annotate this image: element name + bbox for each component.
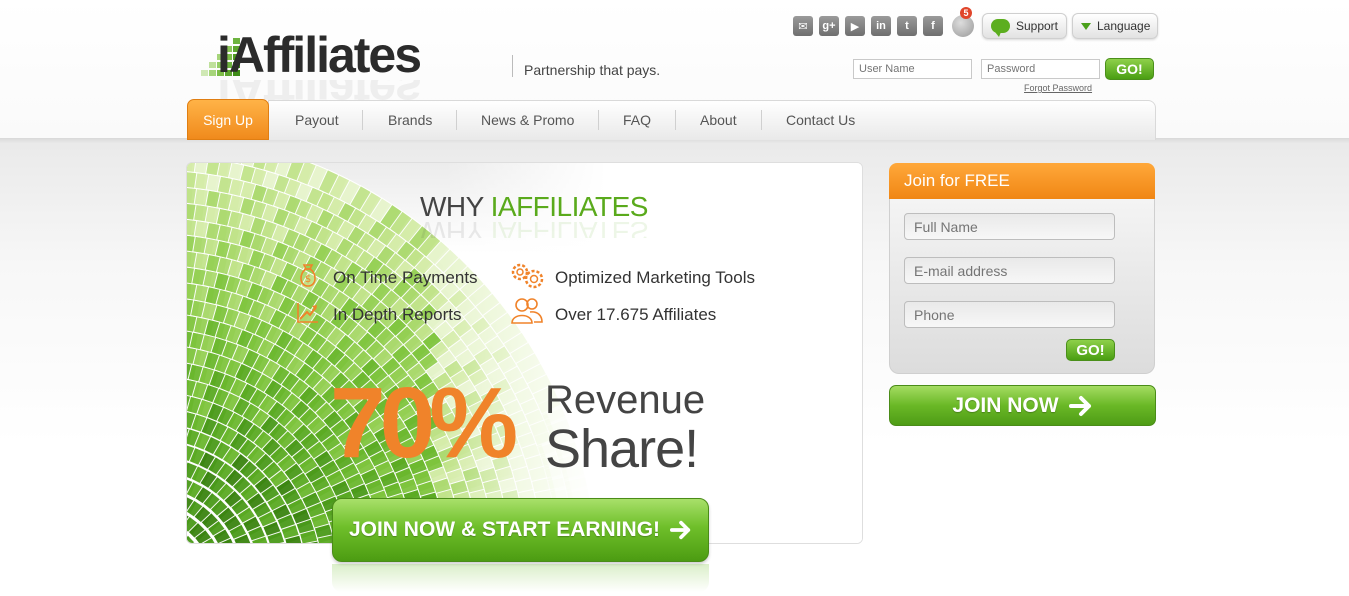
linkedin-icon[interactable]: in	[871, 16, 891, 36]
password-input[interactable]	[981, 59, 1100, 79]
chevron-down-icon	[1081, 22, 1091, 30]
nav-item-payout[interactable]: Payout	[295, 112, 339, 128]
logo-reflection: iAffiliates	[217, 80, 420, 100]
phone-input[interactable]	[904, 301, 1115, 328]
nav-item-news-promo[interactable]: News & Promo	[481, 112, 574, 128]
why-heading: WHY IAFFILIATES	[420, 191, 648, 223]
nav-divider	[362, 110, 363, 130]
notification-badge: 5	[960, 7, 972, 19]
logo-text: iAffiliates	[217, 27, 422, 83]
nav-item-about[interactable]: About	[700, 112, 737, 128]
nav-divider	[761, 110, 762, 130]
chart-report-icon	[297, 303, 318, 323]
language-label: Language	[1097, 19, 1151, 33]
username-input[interactable]	[853, 59, 972, 79]
facebook-icon[interactable]: f	[923, 16, 943, 36]
feature-optimized-marketing-tools: Optimized Marketing Tools	[555, 268, 755, 287]
cta-reflection	[332, 564, 709, 592]
arrow-right-icon	[1068, 395, 1091, 416]
nav-item-brands[interactable]: Brands	[388, 112, 432, 128]
arrow-right-icon	[670, 520, 691, 540]
feature-affiliates-count: Over 17.675 Affiliates	[555, 305, 717, 324]
language-button[interactable]: Language	[1072, 13, 1158, 39]
twitter-icon[interactable]: t	[897, 16, 917, 36]
why-prefix-reflection: WHY	[420, 222, 491, 238]
support-label: Support	[1015, 19, 1058, 33]
revenue-label: Revenue	[545, 378, 706, 422]
join-go-button[interactable]: GO!	[1066, 339, 1115, 361]
why-heading-reflection: WHY IAFFILIATES	[420, 222, 648, 238]
tagline-divider	[512, 55, 513, 77]
feature-in-depth-reports: In Depth Reports	[333, 305, 462, 324]
support-button[interactable]: Support	[982, 13, 1067, 39]
svg-text:$: $	[305, 274, 311, 285]
full-name-input[interactable]	[904, 213, 1115, 240]
social-links: ✉ g+ ▶ in t f	[793, 16, 943, 36]
users-icon	[511, 298, 543, 324]
email-icon[interactable]: ✉	[793, 16, 813, 36]
chat-icon	[991, 19, 1010, 37]
why-highlight: IAFFILIATES	[490, 191, 649, 222]
join-box-title: Join for FREE	[889, 163, 1155, 199]
nav-item-contact-us[interactable]: Contact Us	[786, 112, 855, 128]
gears-icon	[511, 263, 544, 289]
nav-divider	[598, 110, 599, 130]
money-bag-icon: $	[300, 264, 316, 287]
cta-label: JOIN NOW & START EARNING!	[348, 518, 661, 541]
share-label: Share!	[545, 419, 699, 479]
google-plus-icon[interactable]: g+	[819, 16, 839, 36]
nav-item-faq[interactable]: FAQ	[623, 112, 651, 128]
nav-divider	[456, 110, 457, 130]
youtube-icon[interactable]: ▶	[845, 16, 865, 36]
why-highlight-reflection: IAFFILIATES	[490, 222, 648, 238]
login-go-button[interactable]: GO!	[1105, 58, 1154, 80]
join-now-label: JOIN NOW	[952, 393, 1059, 417]
forgot-password-link[interactable]: Forgot Password	[1024, 83, 1092, 93]
why-prefix: WHY	[420, 191, 491, 222]
email-input[interactable]	[904, 257, 1115, 284]
tagline: Partnership that pays.	[524, 62, 661, 78]
nav-divider	[675, 110, 676, 130]
nav-signup-tab[interactable]: Sign Up	[187, 99, 269, 140]
revenue-percent: 70%	[330, 367, 518, 479]
join-now-start-earning-button[interactable]: JOIN NOW & START EARNING!	[332, 498, 709, 562]
logo[interactable]: iAffiliates iAffiliates	[197, 27, 507, 100]
feature-on-time-payments: On Time Payments	[333, 268, 478, 287]
join-now-button[interactable]: JOIN NOW	[889, 385, 1156, 426]
